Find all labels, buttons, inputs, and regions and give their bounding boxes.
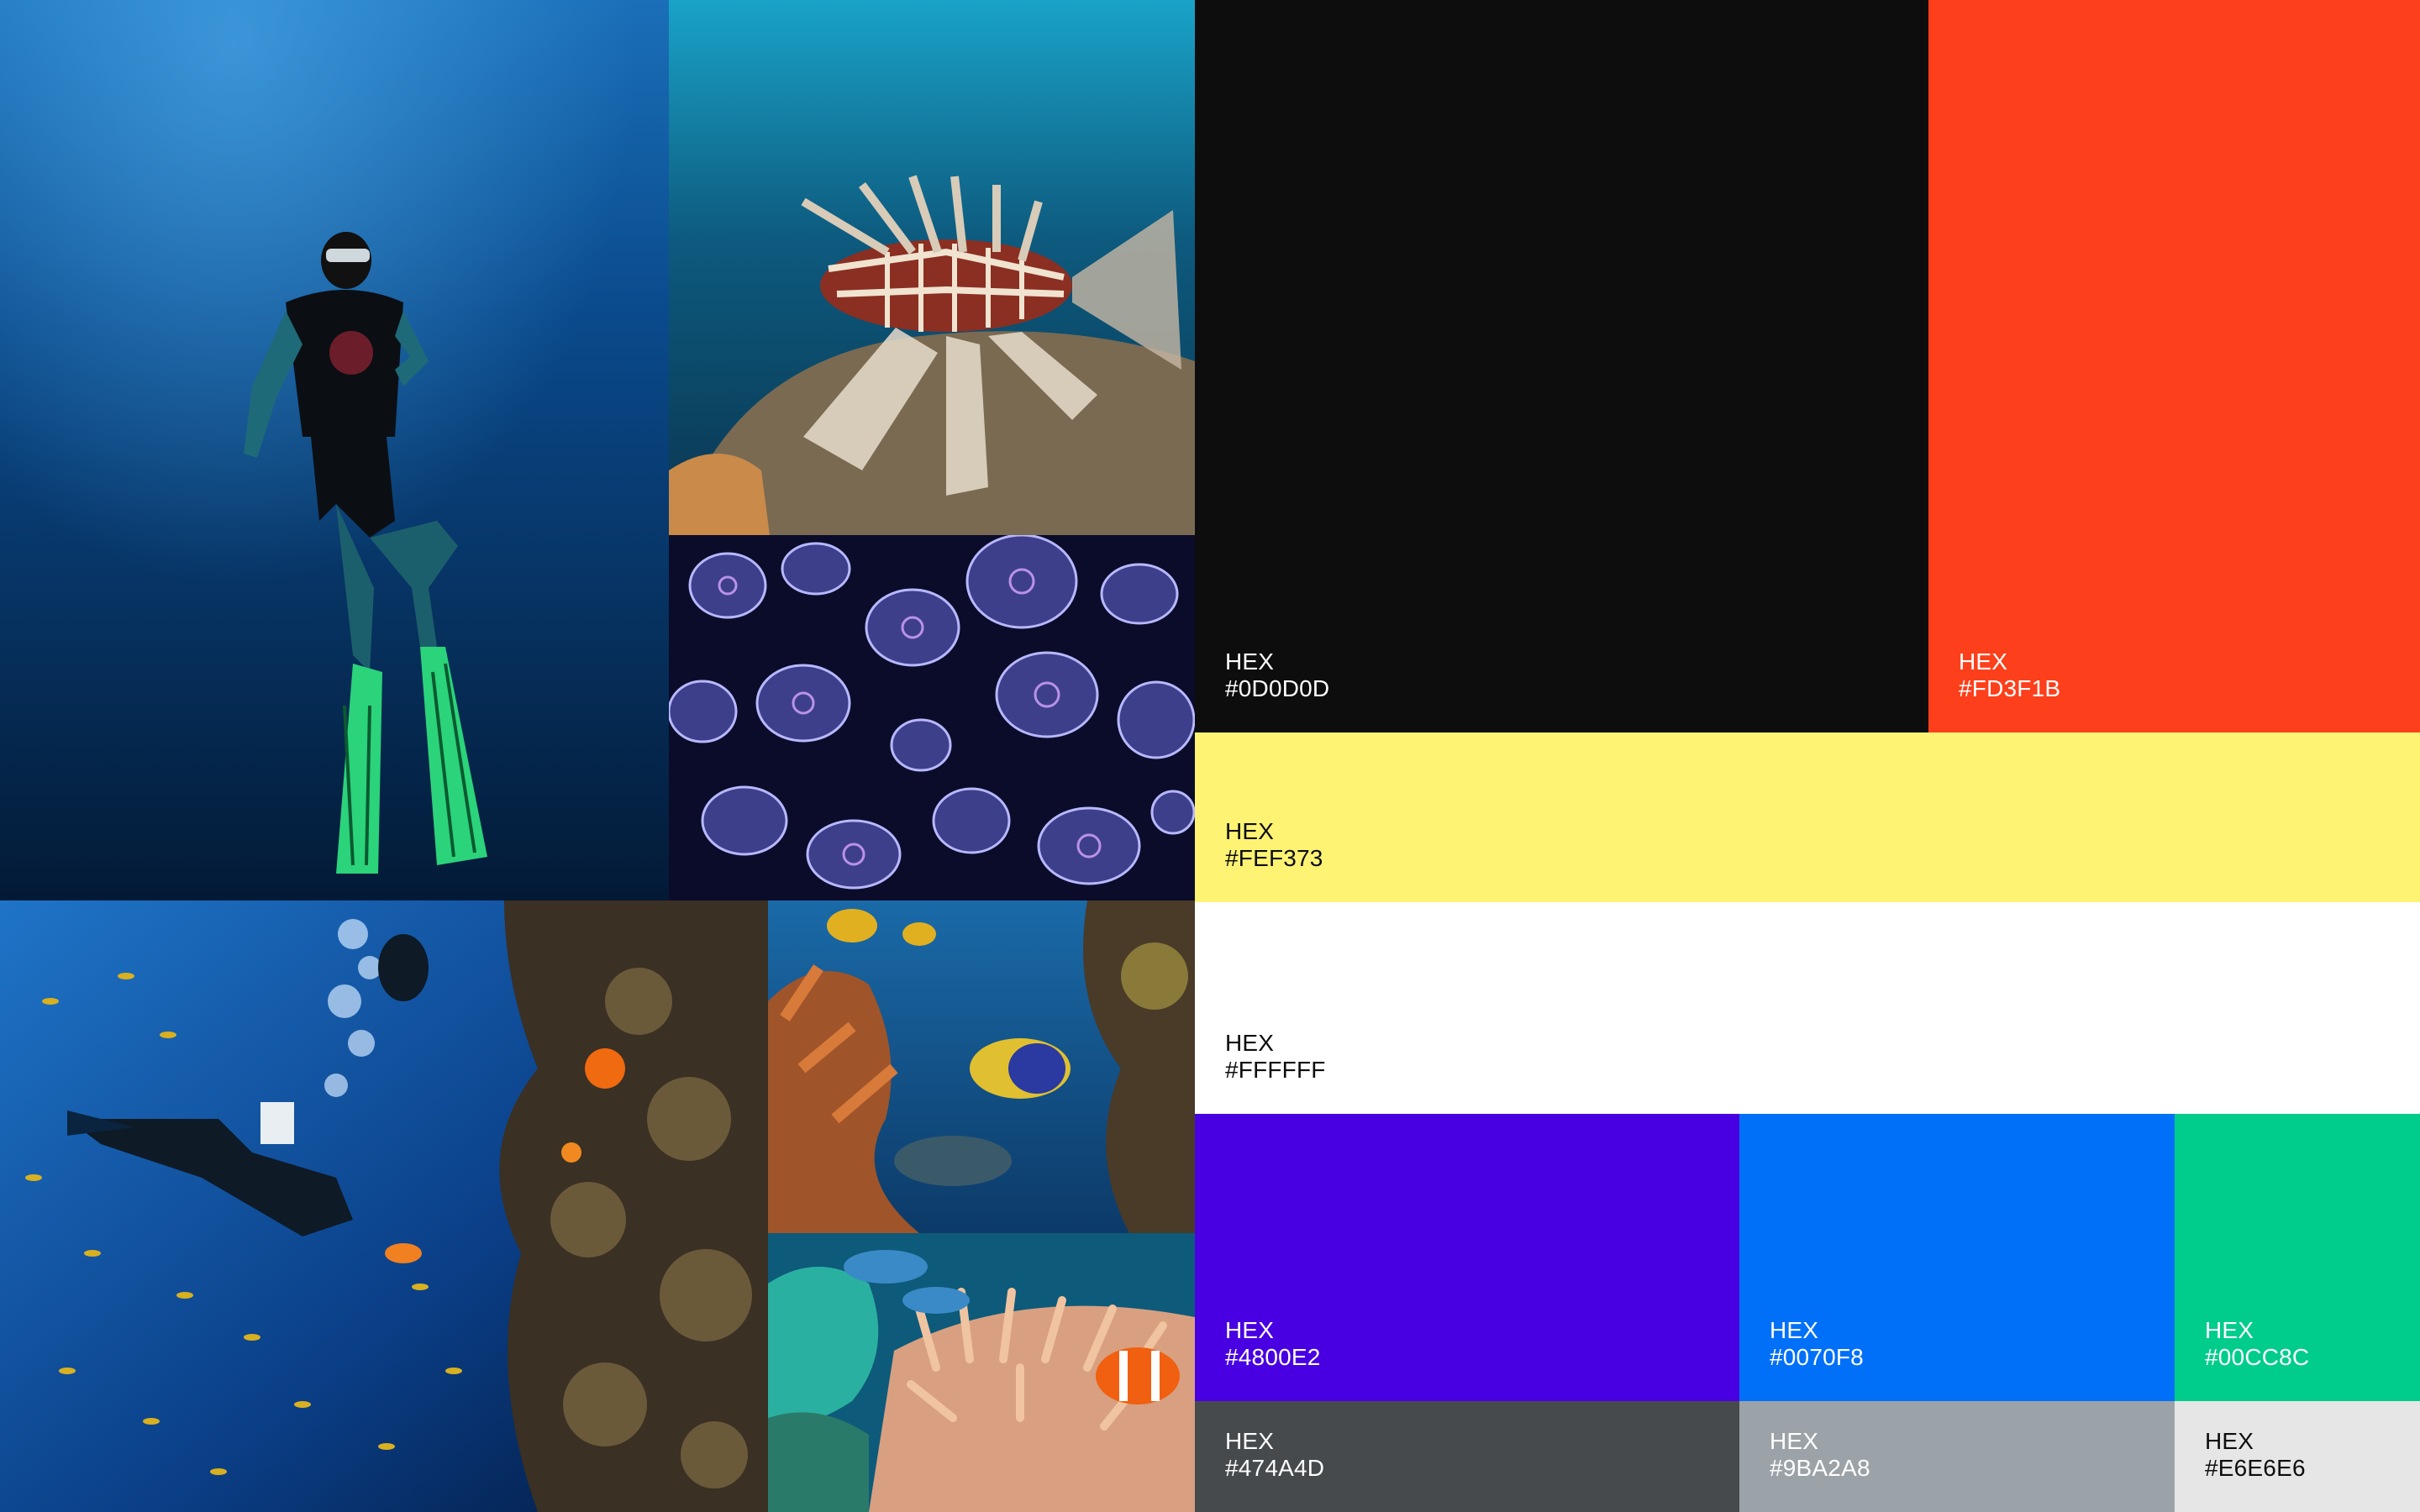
hex-value: #FEF373	[1225, 845, 1323, 871]
swatch-label: HEX #9BA2A8	[1770, 1428, 1870, 1482]
hex-caption: HEX	[1225, 1428, 1275, 1454]
hex-caption: HEX	[1959, 648, 2008, 675]
hex-caption: HEX	[1225, 818, 1275, 844]
clownfish-anemone-photo	[768, 1233, 1195, 1512]
swatch-label: HEX #FFFFFF	[1225, 1030, 1326, 1084]
lionfish-photo	[669, 0, 1195, 535]
hex-value: #4800E2	[1225, 1344, 1321, 1370]
swatch-label: HEX #E6E6E6	[2205, 1428, 2306, 1482]
swatch-0070f8[interactable]: HEX #0070F8	[1739, 1114, 2175, 1401]
swatch-ffffff[interactable]: HEX #FFFFFF	[1195, 902, 2420, 1114]
hex-value: #E6E6E6	[2205, 1455, 2306, 1481]
hex-caption: HEX	[1225, 1317, 1275, 1343]
swatch-fd3f1b[interactable]: HEX #FD3F1B	[1928, 0, 2420, 732]
hex-caption: HEX	[2205, 1317, 2254, 1343]
swatch-label: HEX #0070F8	[1770, 1317, 1864, 1371]
swatch-fef373[interactable]: HEX #FEF373	[1195, 732, 2420, 902]
swatch-label: HEX #0D0D0D	[1225, 648, 1329, 702]
scuba-diver-photo	[0, 0, 669, 900]
hex-value: #9BA2A8	[1770, 1455, 1870, 1481]
hex-value: #0D0D0D	[1225, 675, 1330, 701]
swatch-label: HEX #FD3F1B	[1959, 648, 2060, 702]
hex-value: #0070F8	[1770, 1344, 1864, 1370]
hex-caption: HEX	[1225, 1030, 1275, 1056]
hex-value: #474A4D	[1225, 1455, 1325, 1481]
swatch-label: HEX #4800E2	[1225, 1317, 1321, 1371]
hex-value: #00CC8C	[2205, 1344, 2310, 1370]
swatch-label: HEX #00CC8C	[2205, 1317, 2309, 1371]
swatch-e6e6e6[interactable]: HEX #E6E6E6	[2175, 1401, 2420, 1512]
swatch-474a4d[interactable]: HEX #474A4D	[1195, 1401, 1739, 1512]
swatch-00cc8c[interactable]: HEX #00CC8C	[2175, 1114, 2420, 1401]
hex-value: #FD3F1B	[1959, 675, 2061, 701]
jellyfish-photo	[669, 535, 1195, 900]
swatch-4800e2[interactable]: HEX #4800E2	[1195, 1114, 1739, 1401]
swatch-label: HEX #474A4D	[1225, 1428, 1324, 1482]
hex-value: #FFFFFF	[1225, 1057, 1326, 1083]
tropical-fish-photo	[768, 900, 1195, 1233]
swatch-9ba2a8[interactable]: HEX #9BA2A8	[1739, 1401, 2175, 1512]
hex-caption: HEX	[1770, 1428, 1819, 1454]
swatch-0d0d0d[interactable]: HEX #0D0D0D	[1195, 0, 1928, 732]
hex-caption: HEX	[1770, 1317, 1819, 1343]
hex-caption: HEX	[1225, 648, 1275, 675]
hex-caption: HEX	[2205, 1428, 2254, 1454]
diver-reef-photo	[0, 900, 768, 1512]
swatch-label: HEX #FEF373	[1225, 818, 1323, 872]
